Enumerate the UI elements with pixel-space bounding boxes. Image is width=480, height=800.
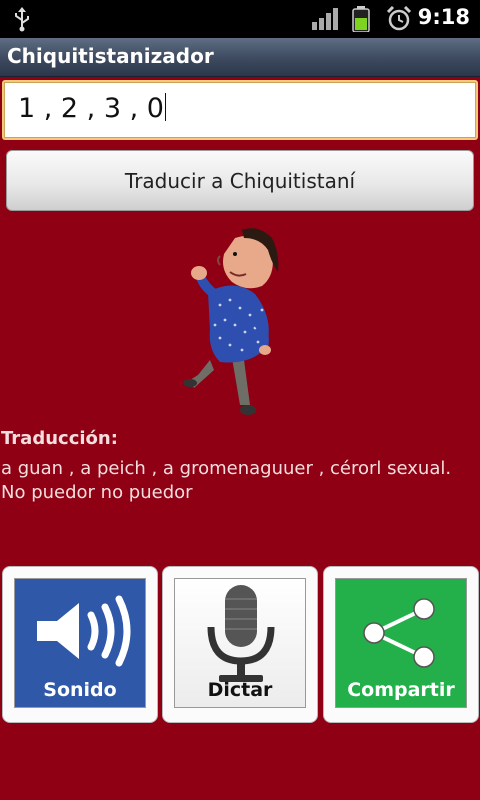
sound-button-face: Sonido (14, 578, 146, 708)
microphone-icon (207, 585, 275, 682)
signal-icon (312, 8, 338, 30)
usb-icon (15, 7, 29, 32)
alarm-icon (386, 6, 412, 31)
share-icon (363, 598, 435, 668)
app-title: Chiquitistanizador (7, 44, 214, 68)
share-button-label: Compartir (347, 679, 455, 701)
dictate-button-face: Dictar (174, 578, 306, 708)
app-title-bar: Chiquitistanizador (0, 38, 480, 77)
input-value: 1 , 2 , 3 , 0 (18, 93, 164, 124)
dictate-button-label: Dictar (207, 679, 273, 701)
number-input[interactable]: 1 , 2 , 3 , 0 (4, 82, 476, 138)
sound-button-label: Sonido (43, 679, 117, 701)
status-bar: 9:18 (0, 0, 480, 38)
status-time: 9:18 (417, 5, 470, 29)
dictate-button[interactable]: Dictar (162, 566, 318, 723)
sound-button[interactable]: Sonido (2, 566, 158, 723)
share-button[interactable]: Compartir (323, 566, 479, 723)
translate-button[interactable]: Traducir a Chiquitistaní (6, 150, 474, 211)
chiquito-character-image (183, 228, 279, 415)
speaker-icon (37, 595, 131, 667)
input-focus-ring: 1 , 2 , 3 , 0 (2, 80, 478, 140)
share-button-face: Compartir (335, 578, 467, 708)
translation-text: a guan , a peich , a gromenaguuer , céro… (1, 458, 452, 503)
text-cursor (164, 93, 166, 121)
translation-label: Traducción: (1, 428, 118, 449)
battery-icon (352, 6, 370, 32)
